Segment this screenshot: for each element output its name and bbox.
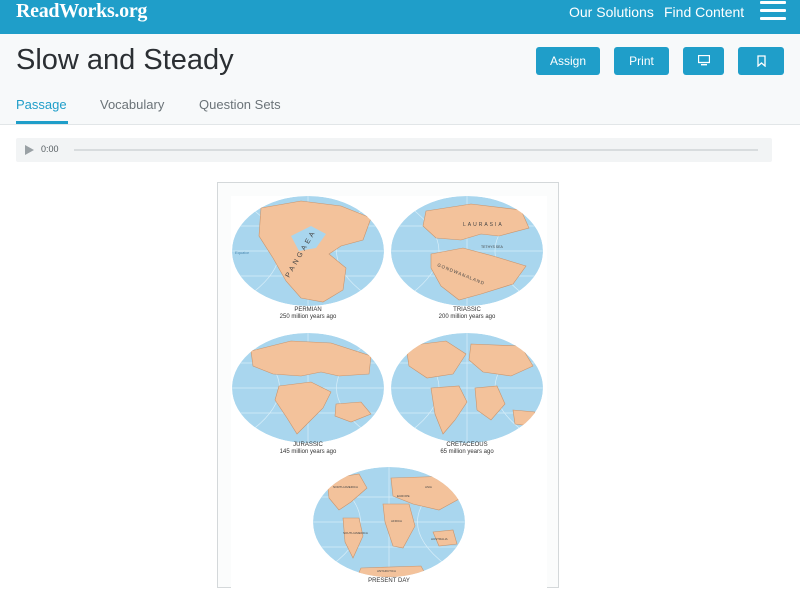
active-tab-indicator: [16, 121, 68, 124]
nav-our-solutions[interactable]: Our Solutions: [569, 4, 654, 20]
caption-jurassic: JURASSIC 145 million years ago: [279, 442, 337, 455]
caption-cretaceous: CRETACEOUS 65 million years ago: [440, 442, 494, 455]
label-antarctica: ANTARCTICA: [377, 569, 396, 573]
label-south-america: SOUTH AMERICA: [343, 531, 368, 535]
label-asia: ASIA: [425, 485, 432, 489]
bookmark-icon: [756, 55, 766, 68]
hamburger-menu-icon[interactable]: [760, 1, 786, 23]
bookmark-button[interactable]: [738, 47, 784, 75]
map-jurassic: [232, 333, 384, 443]
label-north-america: NORTH AMERICA: [333, 485, 358, 489]
nav-find-content[interactable]: Find Content: [664, 4, 744, 20]
top-navigation-bar: ReadWorks.org Our Solutions Find Content: [0, 0, 800, 34]
page-title: Slow and Steady: [16, 44, 234, 76]
label-australia: AUSTRALIA: [431, 537, 448, 541]
monitor-icon: [697, 54, 710, 66]
label-tethys-sea: TETHYS SEA: [481, 245, 503, 249]
map-triassic: [391, 196, 543, 306]
audio-player: 0:00: [16, 138, 772, 162]
passage-figure: PANGAEA Equator LAURASIA TETHYS SEA GOND…: [217, 182, 559, 589]
continental-drift-image: PANGAEA Equator LAURASIA TETHYS SEA GOND…: [231, 196, 547, 589]
tab-question-sets[interactable]: Question Sets: [199, 97, 281, 112]
caption-permian: PERMIAN 250 million years ago: [279, 307, 337, 320]
label-europe: EUROPE: [397, 494, 410, 498]
map-cretaceous: [391, 333, 543, 443]
continental-drift-maps: PANGAEA Equator LAURASIA TETHYS SEA GOND…: [232, 196, 543, 577]
label-africa: AFRICA: [391, 519, 402, 523]
assign-button[interactable]: Assign: [536, 47, 600, 75]
tab-vocabulary[interactable]: Vocabulary: [100, 97, 164, 112]
caption-triassic: TRIASSIC 200 million years ago: [438, 307, 496, 320]
passage-header: Slow and Steady Assign Print Passage Voc…: [0, 34, 800, 125]
print-button[interactable]: Print: [614, 47, 669, 75]
label-laurasia: LAURASIA: [463, 222, 504, 228]
caption-present-day: PRESENT DAY: [368, 578, 410, 584]
readworks-logo[interactable]: ReadWorks.org: [16, 0, 147, 23]
play-icon[interactable]: [25, 145, 34, 155]
map-permian: [232, 196, 384, 306]
equator-label: Equator: [235, 250, 250, 255]
tab-passage[interactable]: Passage: [16, 97, 67, 112]
map-present-day: [313, 467, 465, 577]
audio-progress-track[interactable]: [74, 149, 758, 151]
projector-button[interactable]: [683, 47, 724, 75]
audio-time: 0:00: [41, 144, 59, 154]
